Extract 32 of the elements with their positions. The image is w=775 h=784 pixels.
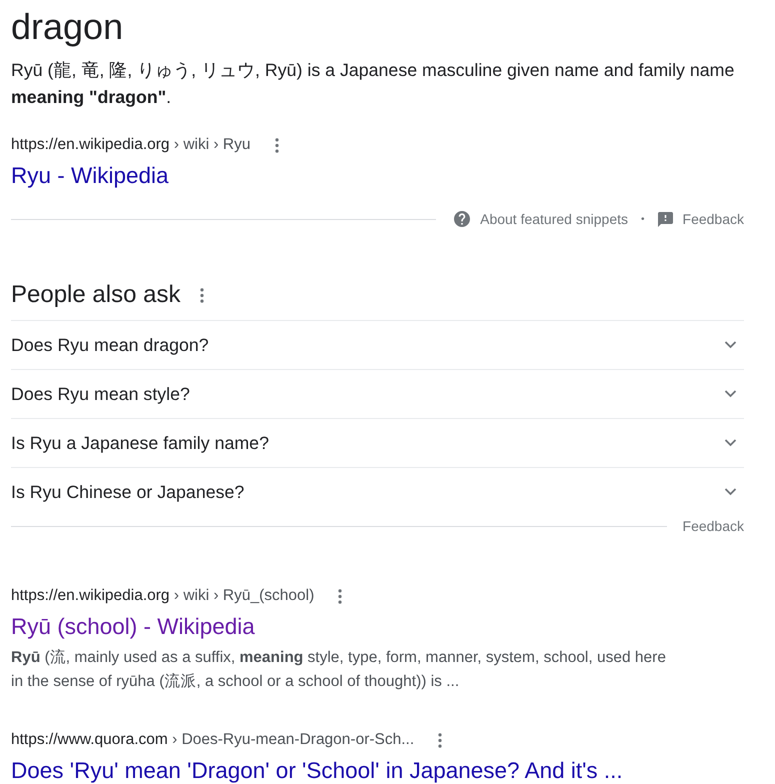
question-row[interactable]: Does Ryu mean style? bbox=[11, 369, 744, 418]
question-row[interactable]: Does Ryu mean dragon? bbox=[11, 320, 744, 369]
chevron-icon[interactable] bbox=[724, 439, 737, 447]
feedback-link[interactable]: Feedback bbox=[682, 516, 744, 536]
people-also-ask-heading: People also ask bbox=[11, 280, 180, 310]
help-icon[interactable] bbox=[454, 211, 470, 227]
result-url: https://www.quora.com › Does-Ryu-mean-Dragon-or-Sch... bbox=[11, 730, 414, 750]
result-url: https://en.wikipedia.org › wiki › Ryū_(school) bbox=[11, 586, 314, 606]
result-title-link[interactable]: Ryu - Wikipedia bbox=[11, 162, 169, 190]
more-options-icon[interactable] bbox=[438, 732, 442, 748]
featured-snippet-heading: dragon bbox=[11, 5, 124, 49]
question-text: Does Ryu mean dragon? bbox=[11, 334, 209, 357]
chevron-icon[interactable] bbox=[724, 488, 737, 496]
result-snippet: Ryū (流, mainly used as a suffix, meaning style, type, form, manner, system, school, used here in the sense of ryūha (流派, a school or a school of thought)) is ... bbox=[11, 648, 667, 692]
result-url: https://en.wikipedia.org › wiki › Ryu bbox=[11, 135, 250, 155]
question-text: Is Ryu a Japanese family name? bbox=[11, 432, 269, 455]
result-title-link[interactable]: Ryū (school) - Wikipedia bbox=[11, 613, 255, 641]
chevron-icon[interactable] bbox=[724, 341, 737, 349]
more-options-icon[interactable] bbox=[338, 588, 342, 604]
about-featured-snippets-link[interactable]: About featured snippets bbox=[480, 209, 628, 229]
featured-snippet-text: Ryū (龍, 竜, 隆, りゅう, リュウ, Ryū) is a Japanese masculine given name and family name meaning "dragon". bbox=[11, 59, 736, 109]
separator-dot: • bbox=[641, 214, 645, 224]
question-text: Is Ryu Chinese or Japanese? bbox=[11, 481, 244, 504]
question-row[interactable]: Is Ryu Chinese or Japanese? bbox=[11, 467, 744, 516]
question-text: Does Ryu mean style? bbox=[11, 383, 190, 406]
result-title-link[interactable]: Does 'Ryu' mean 'Dragon' or 'School' in Japanese? And it's ... bbox=[11, 757, 623, 784]
feedback-link[interactable]: Feedback bbox=[682, 209, 744, 229]
chevron-icon[interactable] bbox=[724, 390, 737, 398]
more-options-icon[interactable] bbox=[274, 138, 278, 152]
feedback-icon[interactable] bbox=[658, 212, 673, 226]
more-options-icon[interactable] bbox=[200, 288, 204, 302]
question-row[interactable]: Is Ryu a Japanese family name? bbox=[11, 418, 744, 467]
